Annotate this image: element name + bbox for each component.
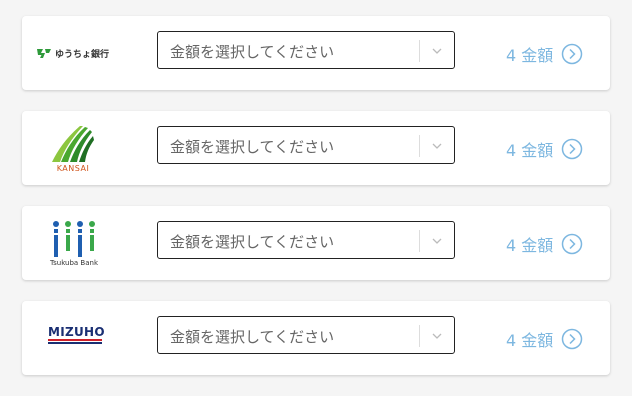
amount-count-link[interactable]: 4 金額 (506, 137, 583, 161)
chevron-right-circle-icon[interactable] (561, 43, 583, 65)
chevron-right-circle-icon[interactable] (561, 233, 583, 255)
select-divider (419, 135, 420, 157)
amount-select-placeholder: 金額を選択してください (170, 43, 335, 61)
japan-post-bank-logo: ゆうちょ銀行 (36, 16, 146, 90)
select-divider (419, 325, 420, 347)
bank-logo-text: MIZUHO (48, 324, 105, 339)
chevron-right-circle-icon[interactable] (561, 138, 583, 160)
mizuho-stripe-icon (48, 338, 102, 344)
amount-count-label: 4 金額 (506, 331, 554, 350)
bank-card: KANSAI 金額を選択してください 4 金額 (22, 111, 610, 185)
tsukuba-figures-icon (53, 221, 95, 257)
amount-select[interactable]: 金額を選択してください (157, 221, 455, 259)
amount-select[interactable]: 金額を選択してください (157, 126, 455, 164)
kansai-leaf-icon (52, 125, 94, 162)
tsukuba-bank-logo: Tsukuba Bank (36, 206, 146, 280)
japan-post-mark-icon (37, 49, 51, 58)
amount-select[interactable]: 金額を選択してください (157, 31, 455, 69)
amount-select-placeholder: 金額を選択してください (170, 233, 335, 251)
amount-select[interactable]: 金額を選択してください (157, 316, 455, 354)
amount-count-label: 4 金額 (506, 46, 554, 65)
select-divider (419, 40, 420, 62)
bank-card: ゆうちょ銀行 金額を選択してください 4 金額 (22, 16, 610, 90)
bank-logo-text: Tsukuba Bank (50, 259, 99, 267)
bank-logo-text: KANSAI (56, 163, 90, 173)
bank-logo-text: ゆうちょ銀行 (55, 49, 110, 60)
amount-count-link[interactable]: 4 金額 (506, 42, 583, 66)
chevron-right-circle-icon[interactable] (561, 328, 583, 350)
amount-count-label: 4 金額 (506, 141, 554, 160)
amount-select-placeholder: 金額を選択してください (170, 138, 335, 156)
amount-select-placeholder: 金額を選択してください (170, 328, 335, 346)
amount-count-label: 4 金額 (506, 236, 554, 255)
kansai-bank-logo: KANSAI (36, 111, 146, 185)
amount-count-link[interactable]: 4 金額 (506, 232, 583, 256)
chevron-down-icon[interactable] (431, 330, 443, 342)
mizuho-bank-logo: MIZUHO (36, 301, 146, 375)
bank-list: ゆうちょ銀行 金額を選択してください 4 金額 KANSAI 金額を選択してくだ… (22, 16, 610, 396)
chevron-down-icon[interactable] (431, 45, 443, 57)
chevron-down-icon[interactable] (431, 235, 443, 247)
bank-card: MIZUHO 金額を選択してください 4 金額 (22, 301, 610, 375)
amount-count-link[interactable]: 4 金額 (506, 327, 583, 351)
chevron-down-icon[interactable] (431, 140, 443, 152)
bank-card: Tsukuba Bank 金額を選択してください 4 金額 (22, 206, 610, 280)
select-divider (419, 230, 420, 252)
